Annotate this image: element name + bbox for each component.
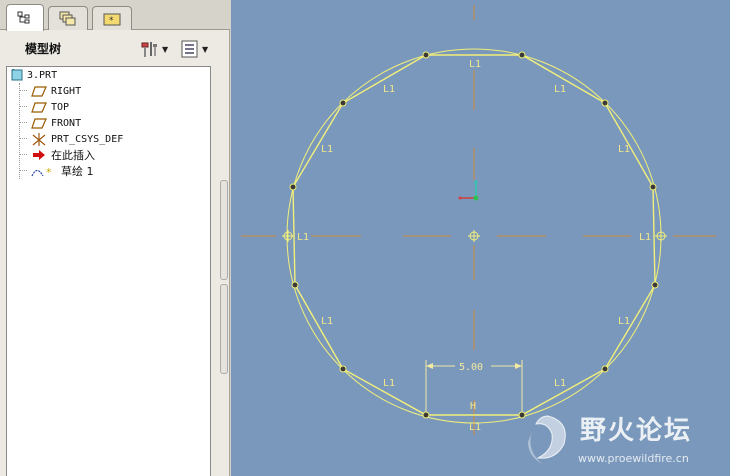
tree-item-front[interactable]: FRONT [31, 115, 81, 131]
show-icon [181, 40, 198, 58]
constraint-label: L1 [639, 232, 651, 243]
tab-favorites[interactable]: * [92, 6, 132, 30]
navigator-panel: * 模型树 ▼ ▼ 3.PRT RIGHT TOP FRONT PRT_CSYS… [0, 0, 230, 476]
constraint-label: L1 [321, 144, 333, 155]
svg-text:*: * [109, 16, 114, 26]
sketch-icon: * [31, 166, 52, 178]
navigator-tabs: * [0, 0, 230, 31]
model-tree-icon [17, 11, 30, 24]
watermark-text: 野火论坛 [580, 416, 693, 446]
datum-plane-icon [31, 117, 47, 129]
tree-item-label: TOP [51, 101, 70, 113]
constraint-label: L1 [383, 378, 395, 389]
tree-item-label: RIGHT [51, 85, 82, 97]
tree-item-part[interactable]: 3.PRT [11, 67, 57, 83]
tree-item-sketch[interactable]: * 草绘 1 [31, 163, 94, 179]
constraint-label: L1 [297, 232, 309, 243]
csys-icon [32, 132, 46, 146]
splitter-grip[interactable] [220, 180, 228, 280]
horizontal-constraint-label: H [470, 401, 476, 412]
settings-icon [141, 42, 157, 57]
tree-item-label: 草绘 1 [61, 165, 94, 178]
tree-item-right[interactable]: RIGHT [31, 83, 81, 99]
chevron-down-icon: ▼ [162, 44, 169, 54]
tree-item-label: PRT_CSYS_DEF [51, 133, 124, 145]
tree-item-label: 3.PRT [27, 69, 58, 81]
csys-marker [458, 180, 479, 201]
graphics-window[interactable]: L1 L1 L1 L1 L1 L1 L1 L1 L1 L1 L1 L1 H 5.… [231, 0, 730, 476]
model-tree-title: 模型树 [25, 42, 62, 56]
constraint-label: L1 [383, 84, 395, 95]
svg-text:*: * [46, 166, 52, 178]
watermark-url: www.proewildfire.cn [578, 452, 689, 465]
panel-splitter[interactable] [219, 180, 229, 470]
constraint-label: L1 [321, 316, 333, 327]
constraint-label: L1 [618, 316, 630, 327]
datum-plane-icon [31, 101, 47, 113]
datum-plane-icon [31, 85, 47, 97]
tree-item-insert-here[interactable]: 在此插入 [31, 147, 95, 163]
forum-watermark: 野火论坛 www.proewildfire.cn [518, 408, 730, 476]
constraint-label: L1 [469, 422, 481, 433]
constraint-label: L1 [554, 84, 566, 95]
tree-show-button[interactable]: ▼ [180, 39, 214, 59]
tab-layers[interactable] [48, 6, 88, 30]
tree-item-label: FRONT [51, 117, 82, 129]
tree-item-label: 在此插入 [51, 149, 95, 162]
part-icon [11, 69, 23, 81]
dimension-value: 5.00 [459, 362, 483, 373]
tab-model-tree[interactable] [6, 4, 44, 31]
model-tree: 3.PRT RIGHT TOP FRONT PRT_CSYS_DEF 在此插入 … [6, 66, 211, 476]
constraint-label: L1 [469, 59, 481, 70]
sketch-canvas[interactable]: L1 L1 L1 L1 L1 L1 L1 L1 L1 L1 L1 L1 H 5.… [231, 0, 730, 476]
insert-here-arrow-icon [33, 150, 45, 160]
splitter-grip[interactable] [220, 284, 228, 374]
model-tree-header: 模型树 ▼ ▼ [0, 31, 230, 63]
favorites-icon: * [103, 13, 121, 26]
constraint-label: L1 [618, 144, 630, 155]
tree-guide-line [19, 83, 20, 179]
tree-item-top[interactable]: TOP [31, 99, 69, 115]
chevron-down-icon: ▼ [202, 44, 209, 54]
layers-icon [59, 11, 76, 26]
constraint-label: L1 [554, 378, 566, 389]
tree-item-csys[interactable]: PRT_CSYS_DEF [31, 131, 123, 147]
watermark-logo-icon [528, 415, 566, 464]
tree-settings-button[interactable]: ▼ [140, 39, 174, 59]
